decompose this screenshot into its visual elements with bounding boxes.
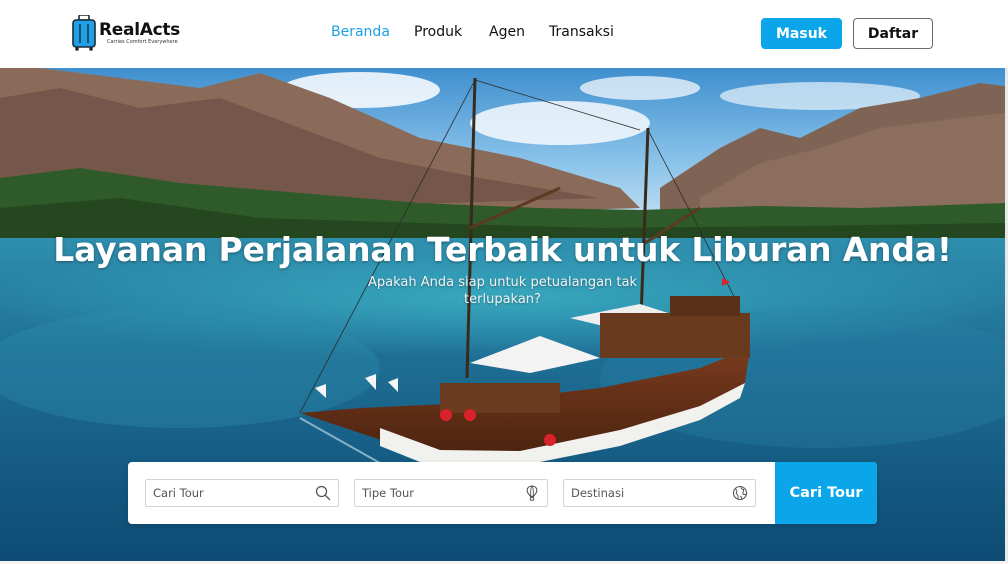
destination-input[interactable] xyxy=(564,480,732,506)
search-icon[interactable] xyxy=(315,485,331,501)
destination-field[interactable] xyxy=(563,479,756,507)
tour-search-input[interactable] xyxy=(146,480,315,506)
hero-title: Layanan Perjalanan Terbaik untuk Liburan… xyxy=(53,230,952,269)
globe-icon xyxy=(732,485,748,501)
nav-item-agen[interactable]: Agen xyxy=(489,24,525,40)
login-button[interactable]: Masuk xyxy=(761,18,842,49)
search-tour-button[interactable]: Cari Tour xyxy=(775,462,877,524)
nav-item-transaksi[interactable]: Transaksi xyxy=(549,24,614,40)
brand-name: RealActs xyxy=(99,20,180,40)
tour-type-input[interactable] xyxy=(355,480,524,506)
nav-item-beranda[interactable]: Beranda xyxy=(331,24,390,40)
brand-tagline: Carries Comfort Everywhere xyxy=(107,39,178,45)
tour-search-form: Cari Tour xyxy=(128,462,877,524)
top-navbar: RealActs Carries Comfort Everywhere Bera… xyxy=(0,0,1008,68)
tour-type-field[interactable] xyxy=(354,479,548,507)
hero-subtitle: Apakah Anda siap untuk petualangan tak t… xyxy=(368,275,637,307)
nav-item-produk[interactable]: Produk xyxy=(414,24,462,40)
suitcase-logo-icon xyxy=(72,15,96,51)
hot-air-balloon-icon xyxy=(526,485,538,501)
tour-search-field[interactable] xyxy=(145,479,339,507)
register-button[interactable]: Daftar xyxy=(853,18,933,49)
brand-logo[interactable]: RealActs Carries Comfort Everywhere xyxy=(72,15,192,53)
